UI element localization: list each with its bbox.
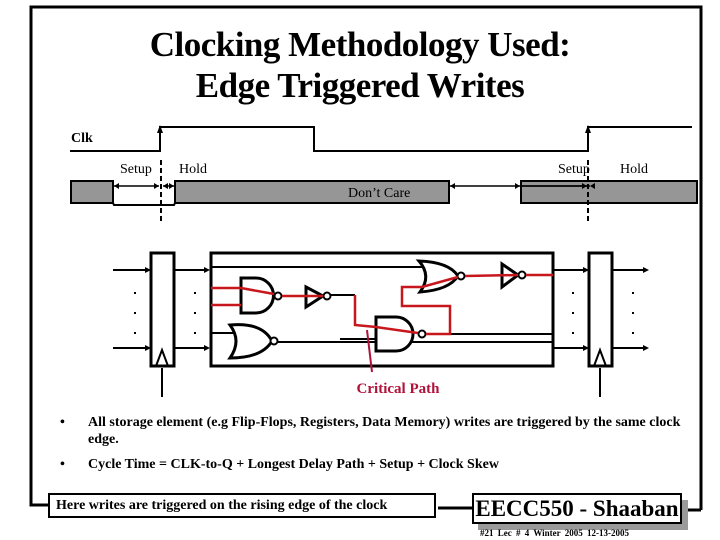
valid-window-1 xyxy=(112,202,176,206)
slide-title-line-2: Edge Triggered Writes xyxy=(195,66,525,105)
dont-care-label: Don’t Care xyxy=(348,186,411,201)
setup-label-1: Setup xyxy=(120,162,152,177)
bullet-item-2: • Cycle Time = CLK-to-Q + Longest Delay … xyxy=(60,456,700,473)
critical-path-label: Critical Path xyxy=(356,381,440,397)
slide-title-line-1: Clocking Methodology Used: xyxy=(149,25,571,64)
nand-gate-1 xyxy=(239,276,283,315)
course-label: EECC550 - Shaaban xyxy=(472,493,682,524)
hold-label-1: Hold xyxy=(179,162,207,177)
dont-care-bar-right xyxy=(520,180,698,204)
nor-gate-1 xyxy=(227,323,279,360)
frame-left xyxy=(29,60,48,507)
clock-waveform xyxy=(70,126,692,152)
clock-label: Clk xyxy=(71,131,93,146)
bullet-marker: • xyxy=(60,415,65,430)
dont-care-bar-left xyxy=(70,180,114,204)
right-register xyxy=(587,251,614,397)
hold-label-2: Hold xyxy=(620,162,648,177)
nand-gate-2 xyxy=(374,315,427,353)
bullet-item-1: • All storage element (e.g Flip-Flops, R… xyxy=(60,414,700,448)
bullet-text: Cycle Time = CLK-to-Q + Longest Delay Pa… xyxy=(88,457,499,472)
left-register xyxy=(149,251,176,397)
bullet-marker: • xyxy=(60,457,65,472)
rising-edge-note: Here writes are triggered on the rising … xyxy=(48,493,436,518)
bullet-text: All storage element (e.g Flip-Flops, Reg… xyxy=(88,415,681,447)
slide-meta: #21 Lec # 4 Winter 2005 12-13-2005 xyxy=(480,528,629,538)
setup-label-2: Setup xyxy=(558,162,590,177)
